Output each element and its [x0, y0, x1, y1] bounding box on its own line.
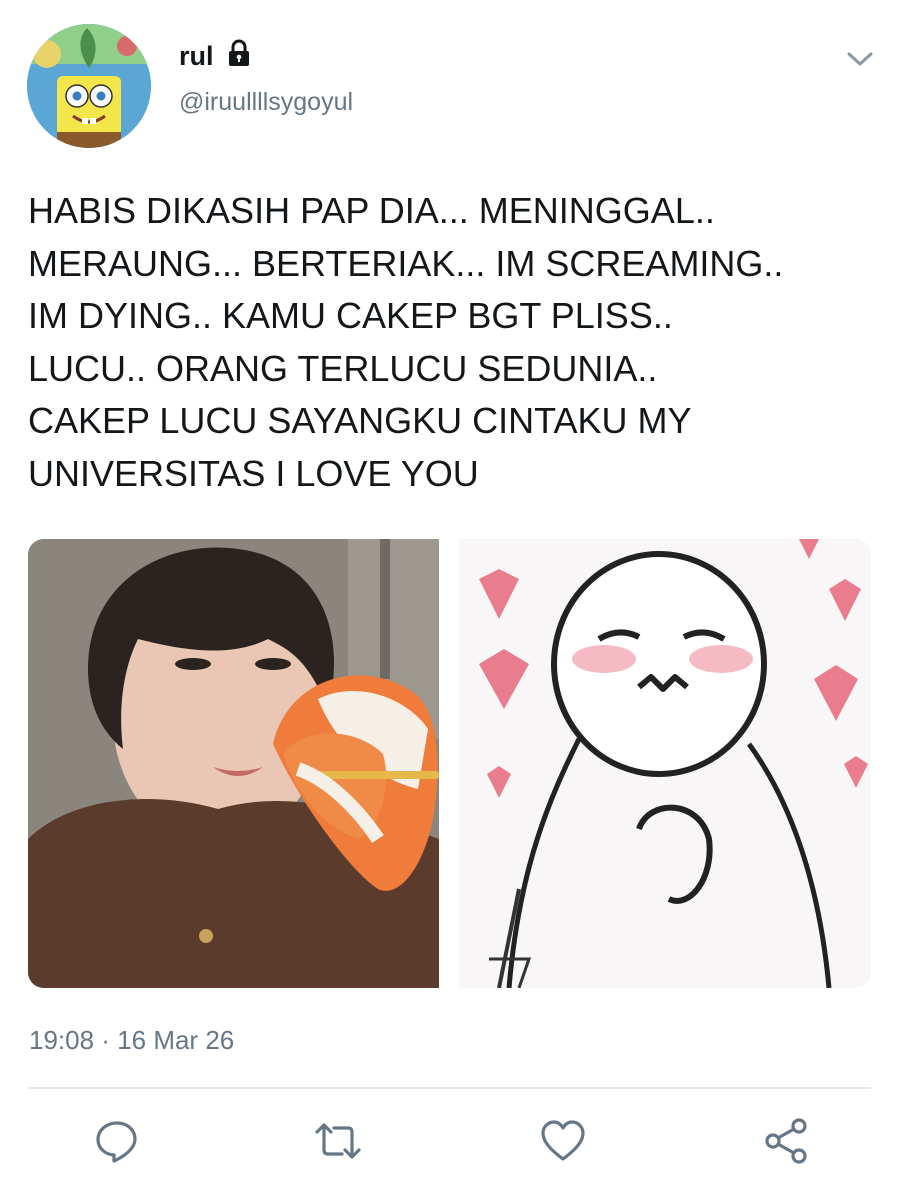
user-handle[interactable]: @iruullllsygoyul	[179, 88, 353, 117]
drawing-crying-character	[459, 539, 871, 988]
share-icon	[765, 1118, 807, 1164]
reply-button[interactable]	[93, 1117, 141, 1165]
divider	[28, 1087, 871, 1089]
tweet-photo-1[interactable]	[28, 539, 439, 988]
retweet-button[interactable]	[314, 1117, 362, 1165]
retweet-icon	[315, 1123, 361, 1159]
share-button[interactable]	[763, 1117, 811, 1165]
like-button[interactable]	[539, 1117, 587, 1165]
tweet-timestamp[interactable]: 19:08 · 16 Mar 26	[29, 1025, 234, 1056]
lock-icon	[224, 38, 254, 75]
heart-icon	[541, 1120, 585, 1161]
avatar-image	[27, 24, 151, 148]
chevron-down-icon[interactable]	[846, 48, 874, 70]
tweet-text: HABIS DIKASIH PAP DIA... MENINGGAL.. MER…	[28, 190, 784, 494]
avatar[interactable]	[27, 24, 151, 148]
tweet-photo-2[interactable]	[459, 539, 871, 988]
reply-icon	[96, 1121, 137, 1163]
display-name-row[interactable]: rul	[179, 38, 254, 75]
photo-person-sushi	[28, 539, 439, 988]
display-name[interactable]: rul	[179, 41, 214, 72]
